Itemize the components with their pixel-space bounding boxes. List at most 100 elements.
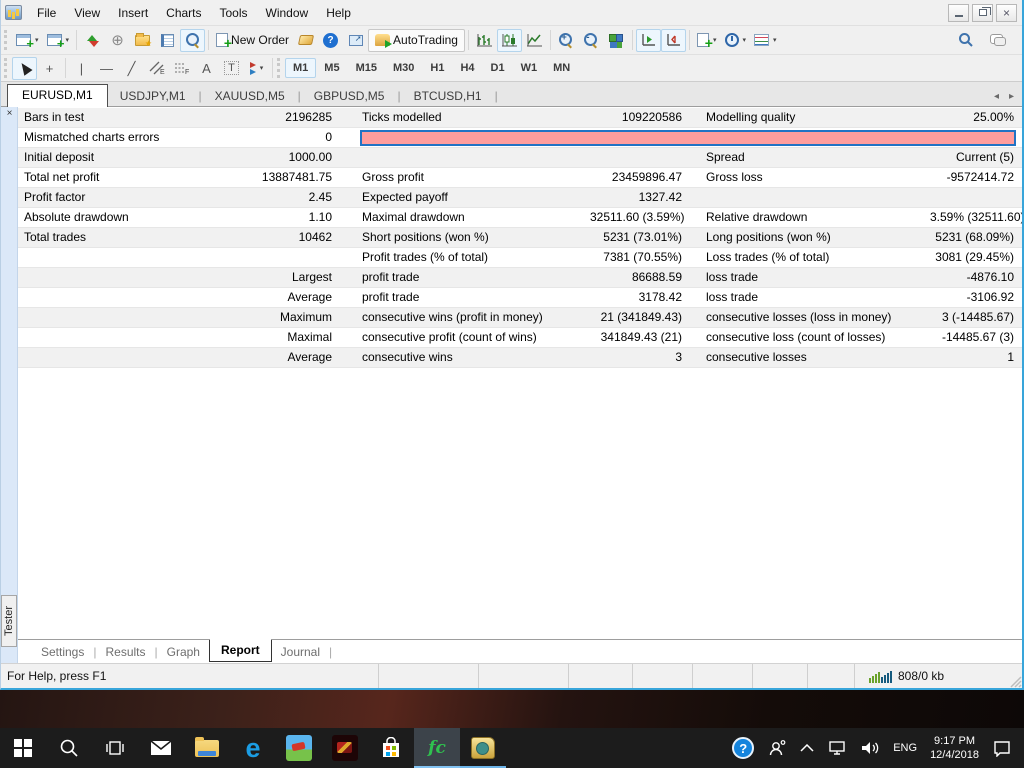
fullscreen-button[interactable]	[343, 29, 368, 52]
zoom-in-icon: +	[559, 32, 573, 47]
tab-settings[interactable]: Settings	[32, 643, 93, 661]
edge-browser-icon[interactable]: e	[230, 728, 276, 768]
bar-chart-button[interactable]	[472, 29, 497, 52]
volume-icon[interactable]	[860, 740, 880, 756]
task-view-icon	[106, 741, 124, 755]
periods-button[interactable]: ▾	[721, 29, 751, 52]
timeframe-mn[interactable]: MN	[545, 58, 578, 78]
metatrader-taskbar-button[interactable]	[460, 728, 506, 768]
profiles-button[interactable]: ▾	[43, 29, 74, 52]
timeframe-m30[interactable]: M30	[385, 58, 422, 78]
menu-file[interactable]: File	[28, 3, 65, 23]
text-label-button[interactable]: T	[219, 57, 244, 80]
templates-button[interactable]: ▾	[750, 29, 781, 52]
candlestick-chart-button[interactable]	[496, 28, 522, 52]
people-icon[interactable]	[767, 739, 787, 757]
menu-window[interactable]: Window	[257, 3, 318, 23]
report-label: consecutive losses (loss in money)	[706, 310, 892, 324]
arrows-tool-button[interactable]: ▾	[244, 57, 269, 80]
menu-view[interactable]: View	[65, 3, 109, 23]
fc-app-button[interactable]: fc	[414, 728, 460, 768]
tab-graph[interactable]: Graph	[158, 643, 209, 661]
chart-tab-xauusd[interactable]: XAUUSD,M5	[203, 86, 297, 106]
trendline-button[interactable]: ╱	[119, 57, 144, 80]
vertical-line-button[interactable]: |	[69, 57, 94, 80]
file-explorer-icon[interactable]	[184, 728, 230, 768]
resize-grip[interactable]	[1004, 664, 1022, 688]
timeframe-m5[interactable]: M5	[316, 58, 347, 78]
new-order-label: New Order	[231, 33, 290, 47]
tray-chevron-up-icon[interactable]	[800, 744, 814, 752]
timeframe-d1[interactable]: D1	[483, 58, 513, 78]
start-button[interactable]	[0, 728, 46, 768]
tab-results[interactable]: Results	[96, 643, 154, 661]
network-icon[interactable]	[827, 740, 847, 756]
autotrading-button[interactable]: AutoTrading	[368, 28, 465, 52]
cursor-tool-button[interactable]	[12, 56, 37, 80]
tab-journal[interactable]: Journal	[272, 643, 329, 661]
timeframe-w1[interactable]: W1	[513, 58, 546, 78]
text-tool-button[interactable]: A	[194, 57, 219, 80]
chart-shift-button[interactable]	[660, 28, 686, 52]
tab-report[interactable]: Report	[208, 639, 272, 662]
market-watch-button[interactable]	[80, 29, 105, 52]
terminal-button[interactable]	[155, 29, 180, 52]
new-order-button[interactable]: New Order	[212, 29, 293, 52]
zoom-in-button[interactable]: +	[554, 29, 579, 52]
fibonacci-button[interactable]: F	[169, 57, 194, 80]
toolbar-grip[interactable]	[4, 58, 9, 78]
menu-help[interactable]: Help	[317, 3, 360, 23]
report-value: 3178.42	[638, 290, 682, 304]
chart-tab-btcusd[interactable]: BTCUSD,H1	[402, 86, 494, 106]
line-chart-button[interactable]	[522, 29, 547, 52]
timeframe-m15[interactable]: M15	[348, 58, 385, 78]
navigator-button[interactable]	[130, 29, 155, 52]
restore-button[interactable]	[972, 3, 993, 22]
chart-tab-usdjpy[interactable]: USDJPY,M1	[108, 86, 198, 106]
taskbar-search-button[interactable]	[46, 728, 92, 768]
auto-scroll-button[interactable]	[635, 28, 661, 52]
chart-tab-eurusd[interactable]: EURUSD,M1	[7, 84, 108, 107]
minimize-button[interactable]	[948, 3, 969, 22]
chat-icon[interactable]	[990, 34, 1006, 46]
game-app-2-icon[interactable]	[322, 728, 368, 768]
chevron-down-icon: ▾	[773, 37, 777, 44]
menu-charts[interactable]: Charts	[157, 3, 210, 23]
horizontal-line-button[interactable]: —	[94, 57, 119, 80]
status-cell	[752, 664, 807, 688]
zoom-out-button[interactable]: -	[579, 29, 604, 52]
help-topics-button[interactable]: ?	[318, 29, 343, 52]
metaeditor-button[interactable]	[293, 29, 318, 52]
tab-scroll-right-icon[interactable]: ▸	[1009, 91, 1014, 102]
task-view-button[interactable]	[92, 728, 138, 768]
chart-tab-gbpusd[interactable]: GBPUSD,M5	[302, 86, 397, 106]
microsoft-store-icon[interactable]	[368, 728, 414, 768]
help-tray-icon[interactable]: ?	[732, 737, 755, 759]
toolbar-grip[interactable]	[277, 58, 282, 78]
tester-content: Bars in test 2196285 Ticks modelled 1092…	[18, 107, 1022, 663]
timeframe-h1[interactable]: H1	[422, 58, 452, 78]
strategy-tester-button[interactable]	[180, 28, 206, 52]
menu-tools[interactable]: Tools	[211, 3, 257, 23]
mail-app-icon[interactable]	[138, 728, 184, 768]
language-indicator[interactable]: ENG	[893, 742, 917, 754]
crosshair-tool-button[interactable]: +	[37, 57, 62, 80]
menu-insert[interactable]: Insert	[109, 3, 157, 23]
data-window-button[interactable]: ⊕	[105, 29, 130, 52]
indicators-button[interactable]: ▾	[693, 29, 721, 52]
tile-windows-button[interactable]	[604, 29, 629, 52]
action-center-icon[interactable]	[992, 739, 1012, 757]
new-chart-button[interactable]: ▾	[12, 29, 43, 52]
timeframe-m1[interactable]: M1	[285, 58, 317, 78]
taskbar-clock[interactable]: 9:17 PM 12/4/2018	[930, 734, 979, 762]
chevron-down-icon: ▾	[65, 37, 70, 44]
timeframe-h4[interactable]: H4	[452, 58, 482, 78]
tab-scroll-left-icon[interactable]: ◂	[994, 91, 999, 102]
panel-close-icon[interactable]: ×	[1, 108, 18, 119]
equidistant-channel-button[interactable]: E	[144, 57, 169, 80]
toolbar-grip[interactable]	[4, 30, 9, 50]
search-icon[interactable]	[958, 32, 974, 48]
close-button[interactable]: ×	[996, 3, 1017, 22]
game-app-1-icon[interactable]	[276, 728, 322, 768]
metatrader-icon	[471, 737, 495, 759]
